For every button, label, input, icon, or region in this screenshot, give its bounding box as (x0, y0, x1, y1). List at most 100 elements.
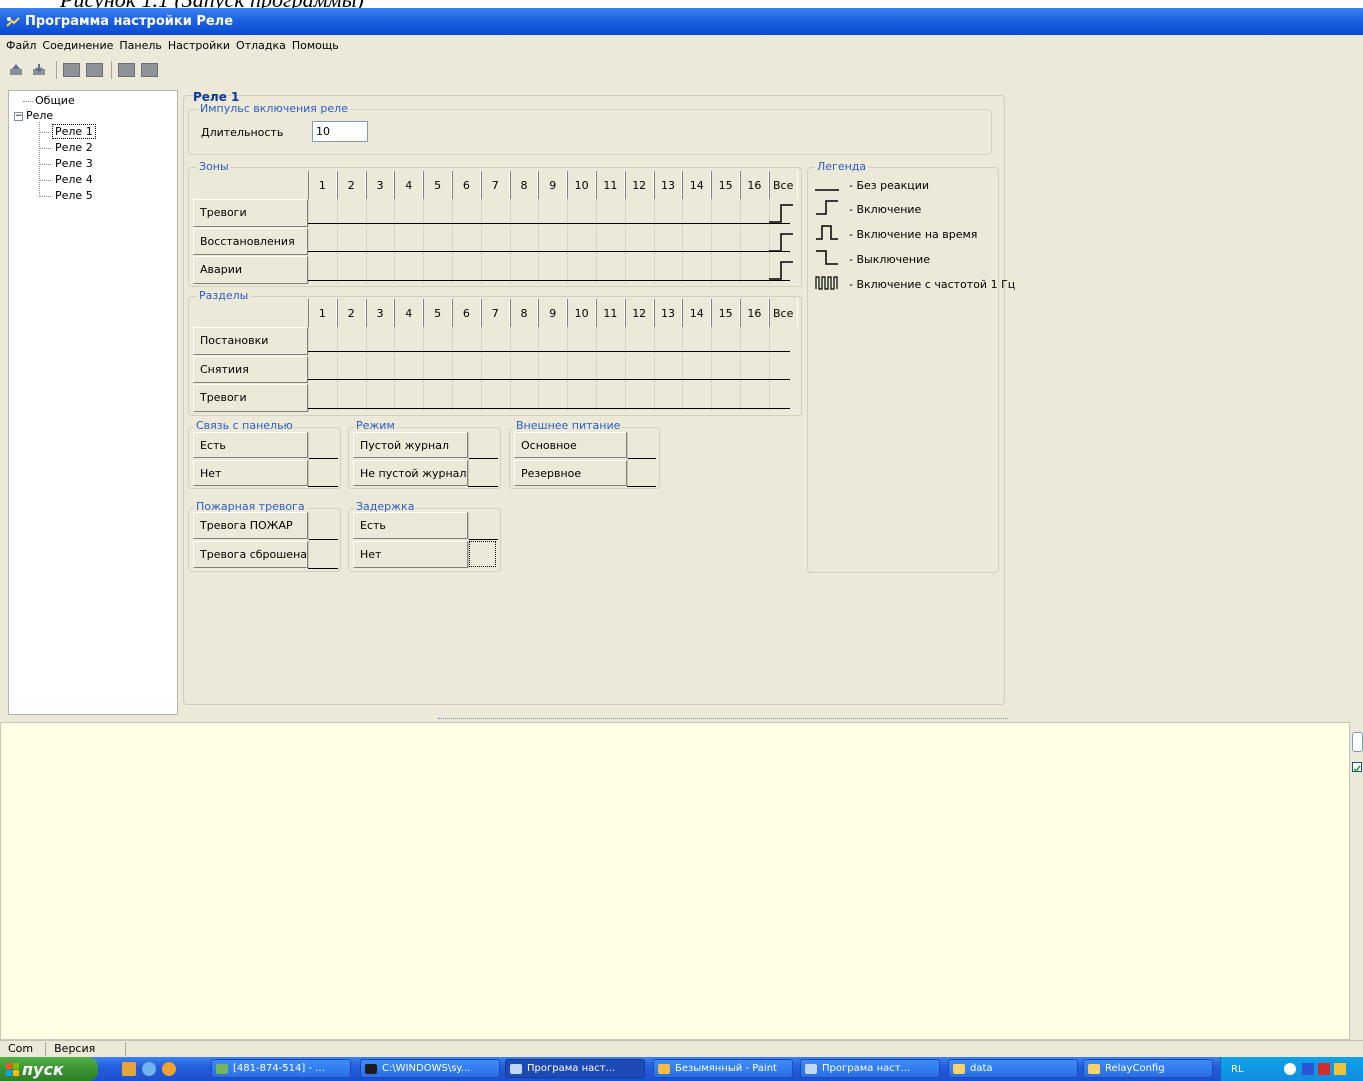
column-header-Все: Все (768, 171, 798, 199)
mode-nonempty-log-setting[interactable] (468, 486, 498, 487)
tree-item-relay-4[interactable]: Реле 4 (55, 173, 93, 186)
legend-pulse-1hz: - Включение с частотой 1 Гц (849, 278, 1016, 291)
tree-item-relay-3[interactable]: Реле 3 (55, 157, 93, 170)
power-main-setting[interactable] (627, 458, 656, 459)
log-autoscroll-checkbox[interactable] (1352, 762, 1362, 773)
panel-link-no-setting[interactable] (308, 486, 338, 487)
write-icon[interactable] (31, 63, 48, 77)
panel-link-yes: Есть (193, 432, 308, 458)
task-button-1[interactable]: [481-874-514] - ... (211, 1059, 351, 1078)
column-header-9: 9 (538, 299, 568, 327)
mode-empty-log-setting[interactable] (468, 458, 498, 459)
task-button-5[interactable]: Програма наст... (800, 1059, 940, 1078)
task-label: [481-874-514] - ... (233, 1063, 325, 1074)
menu-file[interactable]: Файл (6, 39, 42, 52)
panel-link-yes-setting[interactable] (308, 458, 338, 459)
task-button-7[interactable]: RelayConfig (1083, 1059, 1213, 1078)
paint-icon (658, 1063, 670, 1074)
ie-icon[interactable] (142, 1062, 156, 1076)
task-button-4[interactable]: Безымянный - Paint (653, 1059, 793, 1078)
log-output-area[interactable] (0, 722, 1350, 1040)
toolbar-separator (56, 61, 57, 79)
tree-connector (39, 164, 51, 165)
power-backup-setting[interactable] (627, 486, 656, 487)
task-label: Безымянный - Paint (675, 1063, 777, 1074)
mode-empty-log: Пустой журнал (353, 432, 468, 458)
tree-item-relay-2[interactable]: Реле 2 (55, 141, 93, 154)
column-header-12: 12 (624, 171, 654, 199)
tree-collapse-toggle[interactable]: − (14, 112, 23, 121)
rising-edge-marker[interactable] (768, 199, 797, 227)
duration-input[interactable]: 10 (312, 121, 368, 142)
column-header-11: 11 (596, 299, 625, 327)
column-header-10: 10 (567, 299, 596, 327)
column-header-12: 12 (624, 299, 654, 327)
tree-item-relay-5[interactable]: Реле 5 (55, 189, 93, 202)
row-signal-line (308, 407, 790, 409)
toolbar-button-3[interactable] (118, 63, 135, 77)
column-header-2: 2 (336, 299, 366, 327)
log-side-button[interactable] (1352, 732, 1363, 752)
task-button-3[interactable]: Програма наст... (505, 1059, 645, 1078)
row-label: Аварии (193, 256, 308, 284)
legend-group-title: Легенда (815, 160, 869, 173)
toolbar-button-2[interactable] (86, 63, 103, 77)
quicklaunch-icon-1[interactable] (122, 1062, 136, 1076)
window-title: Программа настройки Реле (25, 14, 234, 29)
splitter-grip[interactable] (438, 718, 1008, 721)
read-icon[interactable] (8, 63, 25, 77)
legend-switch-off: - Выключение (849, 253, 931, 266)
toolbar-button-1[interactable] (63, 63, 80, 77)
tray-icon-2[interactable] (1301, 1063, 1314, 1075)
no-reaction-icon (814, 174, 840, 192)
column-header-15: 15 (711, 171, 740, 199)
start-button[interactable]: пуск (0, 1057, 98, 1081)
pulse-1hz-icon (814, 273, 840, 291)
column-header-5: 5 (423, 171, 452, 199)
tree-connector (39, 132, 51, 133)
power-main: Основное (514, 432, 627, 458)
zones-group-title: Зоны (197, 160, 231, 173)
tray-icon-1[interactable] (1283, 1063, 1296, 1075)
windows-taskbar: пуск [481-874-514] - ... C:\WINDOWS\sy..… (0, 1057, 1363, 1081)
grid-divider (468, 432, 469, 486)
rising-edge-marker[interactable] (768, 228, 797, 256)
grid-divider (627, 432, 628, 486)
row-signal-line (308, 222, 790, 224)
delay-no-setting-focused[interactable] (469, 541, 496, 567)
window-titlebar[interactable]: Программа настройки Реле (0, 8, 1363, 35)
language-indicator[interactable]: RL (1231, 1064, 1244, 1075)
settings-tree: Общие − Реле Реле 1 Реле 2 Реле 3 Реле 4… (8, 90, 178, 715)
menu-connection[interactable]: Соединение (42, 39, 119, 52)
antivirus-icon[interactable] (1317, 1063, 1330, 1075)
column-header-7: 7 (480, 299, 510, 327)
grid-divider (468, 512, 469, 568)
menu-help[interactable]: Помощь (292, 39, 345, 52)
system-tray: RL (1220, 1057, 1363, 1081)
row-label: Тревоги (193, 199, 308, 227)
app-icon (510, 1063, 522, 1074)
fire-alarm-on: Тревога ПОЖАР (193, 512, 308, 539)
column-header-4: 4 (394, 171, 424, 199)
fire-alarm-on-setting[interactable] (308, 539, 338, 540)
column-header-1: 1 (308, 171, 337, 199)
fire-alarm-reset-setting[interactable] (308, 568, 338, 569)
toolbar (0, 56, 1363, 84)
task-button-2[interactable]: C:\WINDOWS\sy... (360, 1059, 500, 1078)
toolbar-button-4[interactable] (141, 63, 158, 77)
menu-debug[interactable]: Отладка (236, 39, 292, 52)
task-button-6[interactable]: data (948, 1059, 1078, 1078)
menu-panel[interactable]: Панель (119, 39, 168, 52)
tree-item-relay-1[interactable]: Реле 1 (52, 124, 96, 139)
column-header-8: 8 (509, 171, 539, 199)
column-header-6: 6 (452, 299, 481, 327)
rising-edge-marker[interactable] (768, 256, 797, 284)
task-label: Програма наст... (822, 1063, 911, 1074)
tree-item-general[interactable]: Общие (35, 94, 75, 107)
media-icon[interactable] (162, 1062, 176, 1076)
column-header-4: 4 (394, 299, 424, 327)
delay-yes-setting[interactable] (468, 539, 498, 540)
tray-icon-3[interactable] (1333, 1063, 1346, 1075)
menu-settings[interactable]: Настройки (168, 39, 236, 52)
tree-item-relay[interactable]: Реле (26, 109, 53, 122)
